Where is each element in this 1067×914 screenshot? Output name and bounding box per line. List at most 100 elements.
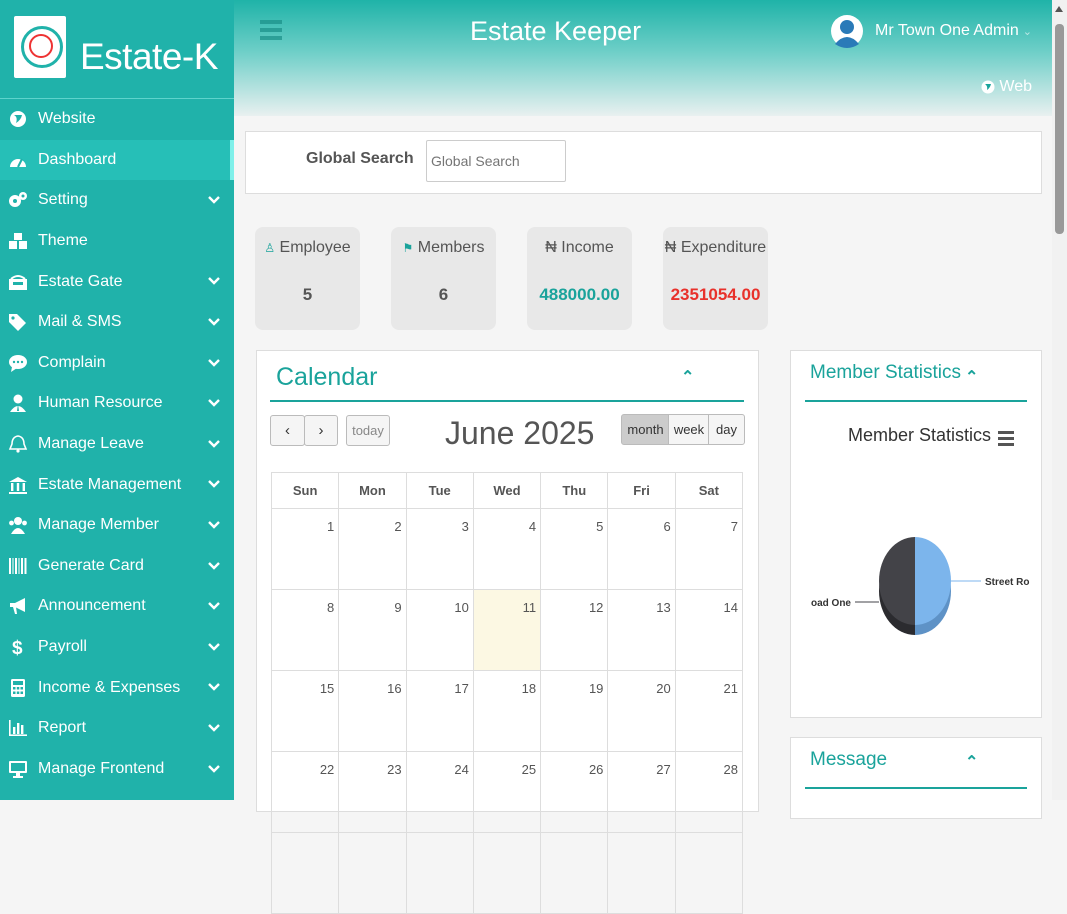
calendar-day-cell[interactable]: 3 (405, 508, 474, 590)
sidebar-item-label: Estate Gate (38, 272, 123, 290)
calendar-day-cell[interactable]: 5 (540, 508, 609, 590)
chevron-down-icon: ⌄ (1022, 25, 1032, 38)
calendar-day-cell[interactable]: 17 (405, 670, 474, 752)
chevron-down-icon (208, 598, 220, 616)
sidebar-item-label: Report (38, 719, 87, 737)
calendar-day-cell[interactable]: 26 (540, 751, 609, 833)
calendar-day-cell[interactable]: 20 (607, 670, 676, 752)
global-search-input[interactable] (426, 140, 566, 182)
cogs-icon (8, 190, 28, 210)
calendar-day-cell[interactable] (607, 832, 676, 914)
sidebar-item-label: Complain (38, 353, 106, 371)
sidebar-item-manage-member[interactable]: Manage Member (0, 505, 234, 546)
collapse-icon[interactable]: ⌃ (965, 752, 978, 772)
sidebar-item-label: Manage Frontend (38, 759, 165, 777)
calendar-day-cell[interactable]: 21 (674, 670, 744, 752)
panel-title: Member Statistics (810, 362, 961, 383)
stat-card-income: ₦ Income 488000.00 (527, 227, 632, 330)
today-button[interactable]: today (346, 415, 390, 446)
chevron-down-icon (208, 558, 220, 576)
calendar-day-cell[interactable]: 2 (338, 508, 407, 590)
calendar-day-cell[interactable]: 11 (472, 589, 542, 671)
chart-menu-icon[interactable] (998, 431, 1014, 449)
sidebar-item-estate-gate[interactable]: Estate Gate (0, 261, 234, 302)
calendar-day-cell[interactable]: 13 (607, 589, 676, 671)
calendar-day-cell[interactable]: 16 (338, 670, 407, 752)
estate-keeper-logo[interactable] (14, 16, 66, 78)
calendar-day-cell[interactable] (405, 832, 474, 914)
collapse-icon[interactable]: ⌃ (681, 367, 694, 387)
calendar-day-cell[interactable]: 12 (540, 589, 609, 671)
calendar-day-cell[interactable] (270, 832, 340, 914)
stat-value: 488000.00 (539, 285, 620, 304)
sidebar-item-human-resource[interactable]: Human Resource (0, 383, 234, 424)
scroll-thumb[interactable] (1055, 24, 1064, 234)
calendar-day-cell[interactable]: 22 (270, 751, 340, 833)
calendar-week-row: 22 23 24 25 26 27 28 (270, 751, 744, 833)
calendar-day-cell[interactable]: 15 (270, 670, 340, 752)
calendar-grid: Sun Mon Tue Wed Thu Fri Sat 1 2 3 4 5 6 7 8 9 10 11 12 13 1… (270, 472, 744, 914)
web-link-label: Web (999, 78, 1032, 95)
svg-text:$: $ (12, 638, 23, 657)
sidebar-item-manage-leave[interactable]: Manage Leave (0, 424, 234, 465)
sidebar-item-announcement[interactable]: Announcement (0, 586, 234, 627)
calendar-day-cell[interactable]: 14 (674, 589, 744, 671)
page-scrollbar[interactable] (1052, 0, 1067, 800)
calendar-day-cell[interactable]: 24 (405, 751, 474, 833)
sidebar-item-generate-card[interactable]: Generate Card (0, 546, 234, 587)
calendar-day-cell[interactable] (338, 832, 407, 914)
stat-title: Income (561, 239, 614, 256)
collapse-icon[interactable]: ⌃ (965, 367, 978, 387)
divider (270, 400, 744, 402)
global-search-label: Global Search (306, 150, 414, 167)
calendar-day-cell[interactable]: 6 (607, 508, 676, 590)
calendar-day-cell[interactable]: 25 (472, 751, 542, 833)
sidebar-item-setting[interactable]: Setting (0, 180, 234, 221)
sidebar-item-website[interactable]: Website (0, 99, 234, 140)
sidebar-item-payroll[interactable]: $ Payroll (0, 627, 234, 668)
sidebar-item-theme[interactable]: Theme (0, 221, 234, 262)
pie-data-label: oad One (811, 598, 851, 609)
calendar-week-row: 1234567 (270, 508, 744, 590)
user-menu[interactable]: Mr Town One Admin ⌄ (831, 12, 1032, 50)
sidebar-item-mail-sms[interactable]: Mail & SMS (0, 302, 234, 343)
sidebar-item-label: Income & Expenses (38, 678, 181, 696)
menu-toggle-icon[interactable] (260, 20, 282, 44)
view-day-button[interactable]: day (708, 414, 745, 445)
calendar-day-cell[interactable] (540, 832, 609, 914)
calendar-day-cell[interactable]: 1 (270, 508, 340, 590)
users-icon: ⚑ (402, 241, 414, 255)
calendar-day-cell[interactable] (674, 832, 744, 914)
sidebar-item-income-expenses[interactable]: Income & Expenses (0, 667, 234, 708)
stat-title: Employee (279, 239, 351, 256)
chevron-down-icon (208, 355, 220, 373)
calendar-day-cell[interactable]: 4 (472, 508, 542, 590)
sidebar-item-manage-frontend[interactable]: Manage Frontend (0, 749, 234, 790)
view-month-button[interactable]: month (621, 414, 670, 445)
calendar-day-cell[interactable]: 27 (607, 751, 676, 833)
calendar-day-cell[interactable]: 10 (405, 589, 474, 671)
stat-value: 6 (438, 285, 449, 304)
calendar-day-cell[interactable]: 19 (540, 670, 609, 752)
calendar-day-cell[interactable]: 28 (674, 751, 744, 833)
calendar-day-cell[interactable]: 23 (338, 751, 407, 833)
sidebar-item-report[interactable]: Report (0, 708, 234, 749)
stat-card-expenditure: ₦ Expenditure 2351054.00 (663, 227, 768, 330)
sidebar-item-label: Manage Member (38, 516, 159, 534)
calendar-day-cell[interactable]: 18 (472, 670, 542, 752)
sidebar-item-label: Generate Card (38, 556, 144, 574)
sidebar-item-dashboard[interactable]: Dashboard (0, 139, 234, 181)
view-week-button[interactable]: week (668, 414, 710, 445)
next-month-button[interactable]: › (304, 415, 338, 446)
calendar-day-cell[interactable]: 7 (674, 508, 744, 590)
scroll-up-icon[interactable] (1055, 6, 1063, 12)
sidebar-item-complain[interactable]: Complain (0, 343, 234, 384)
calendar-day-cell[interactable]: 8 (270, 589, 340, 671)
sidebar-item-estate-management[interactable]: Estate Management (0, 464, 234, 505)
prev-month-button[interactable]: ‹ (270, 415, 305, 446)
calendar-day-cell[interactable] (472, 832, 542, 914)
sidebar-item-label: Theme (38, 232, 88, 250)
calendar-day-cell[interactable]: 9 (338, 589, 407, 671)
web-link[interactable]: Web (981, 78, 1032, 96)
naira-icon: ₦ (664, 239, 677, 256)
